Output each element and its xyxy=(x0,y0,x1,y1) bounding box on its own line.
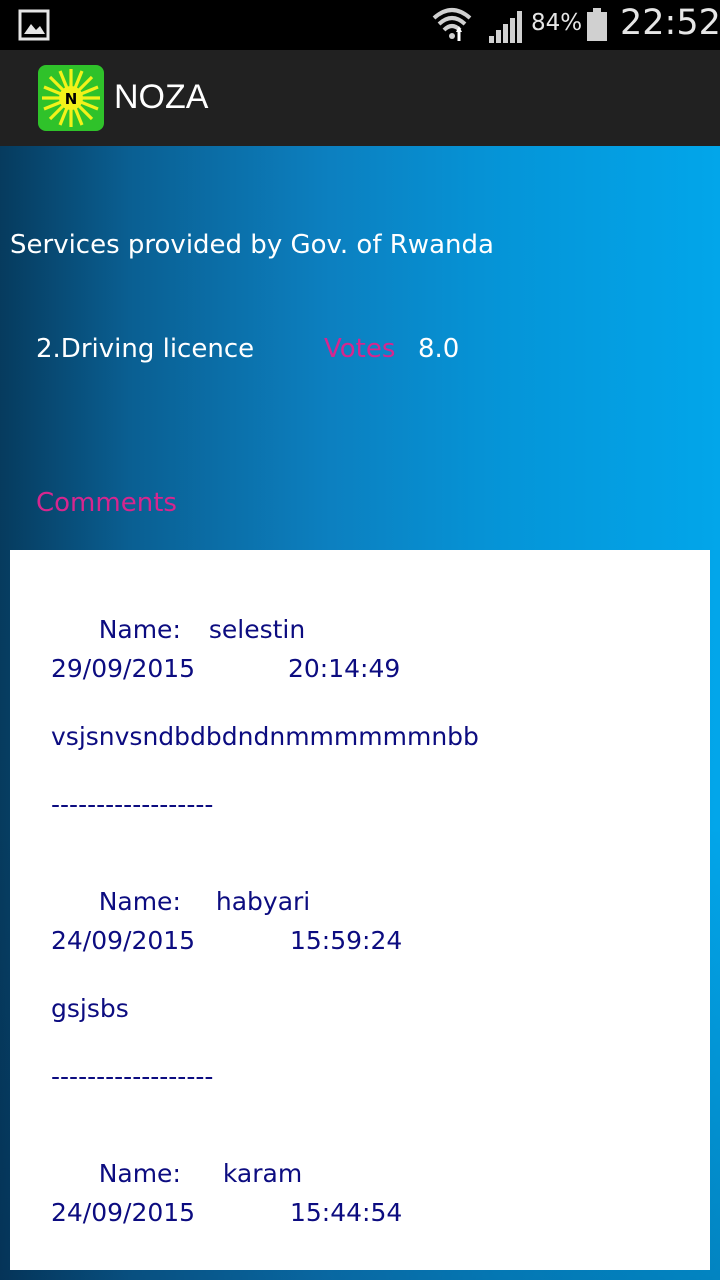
votes-value: 8.0 xyxy=(418,334,460,364)
comment-date: 24/09/2015 xyxy=(51,926,196,955)
app-logo-letter: N xyxy=(65,90,78,108)
comment-time: 15:59:24 xyxy=(290,926,403,955)
battery-percent: 84% xyxy=(531,10,583,36)
gallery-icon xyxy=(18,9,50,41)
comment-author: habyari xyxy=(215,887,311,916)
comment-date: 24/09/2015 xyxy=(51,1198,196,1227)
action-bar: N NOZA xyxy=(0,50,720,146)
wifi-icon xyxy=(432,8,472,41)
main-content: Services provided by Gov. of Rwanda 2.Dr… xyxy=(0,146,720,1280)
comment-separator: ------------------ xyxy=(51,1062,214,1091)
services-title: Services provided by Gov. of Rwanda xyxy=(10,230,494,260)
comment-text: gsjsbs xyxy=(51,994,129,1023)
clock: 22:52 xyxy=(620,3,720,43)
app-logo-icon[interactable]: N xyxy=(38,65,104,131)
comments-list[interactable]: Name: selestin 29/09/2015 20:14:49 vsjsnv… xyxy=(10,550,710,1270)
status-bar: 84% 22:52 xyxy=(0,0,720,50)
comments-label: Comments xyxy=(36,488,177,518)
comment-text: vsjsnvsndbdbdndnmmmmmmnbb xyxy=(51,722,479,751)
comment-date: 29/09/2015 xyxy=(51,654,196,683)
comment-name-label: Name: xyxy=(98,1159,181,1188)
service-name: 2.Driving licence xyxy=(36,334,255,364)
signal-icon xyxy=(489,11,522,43)
battery-icon xyxy=(587,8,607,41)
comment-author: karam xyxy=(222,1159,303,1188)
comment-time: 15:44:54 xyxy=(290,1198,403,1227)
app-title: NOZA xyxy=(114,78,209,116)
votes-label: Votes xyxy=(324,334,396,364)
comment-name-label: Name: xyxy=(98,887,181,916)
comment-separator: ------------------ xyxy=(51,790,214,819)
comment-author: selestin xyxy=(208,615,306,644)
comment-time: 20:14:49 xyxy=(288,654,401,683)
comment-name-label: Name: xyxy=(98,615,181,644)
